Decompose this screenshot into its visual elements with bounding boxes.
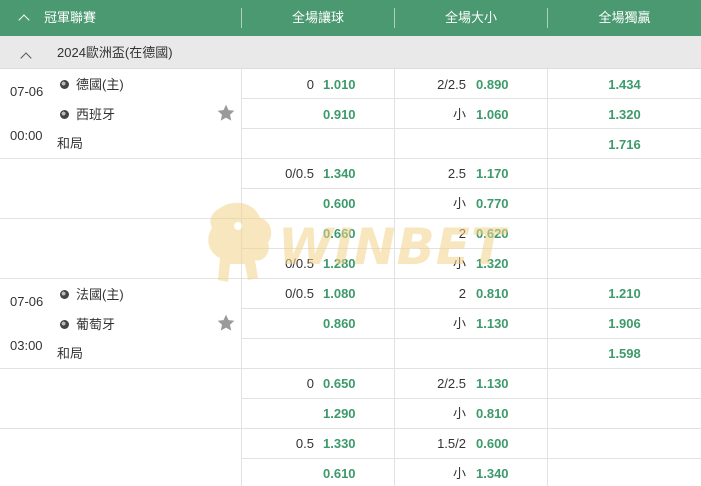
overunder-odds[interactable]: 0.890 [476, 77, 526, 93]
handicap-column-label: 全場讓球 [291, 10, 344, 25]
handicap-line: 0/0.5 [285, 286, 314, 301]
moneyline-odds[interactable]: 1.906 [548, 316, 701, 332]
away-team: 葡萄牙 [76, 317, 116, 332]
soccer-ball-icon [60, 290, 69, 299]
handicap-odds[interactable]: 0.650 [323, 376, 373, 392]
moneyline-odds[interactable]: 1.210 [548, 286, 701, 302]
handicap-odds[interactable]: 1.080 [323, 286, 373, 302]
home-team: 德國(主) [76, 77, 124, 92]
overunder-line: 2 [458, 286, 466, 301]
star-icon[interactable] [216, 313, 236, 333]
league-column-label: 冠軍聯賽 [44, 10, 97, 25]
overunder-odds[interactable]: 0.810 [476, 406, 526, 422]
handicap-line: 0/0.5 [285, 166, 314, 181]
chevron-up-icon[interactable] [20, 50, 32, 65]
league-header[interactable]: 2024歐洲盃(在德國) [0, 36, 701, 69]
handicap-odds[interactable]: 0.910 [323, 107, 373, 123]
overunder-odds[interactable]: 1.060 [476, 107, 526, 123]
under-label: 小 [452, 406, 466, 421]
handicap-odds[interactable]: 1.010 [323, 77, 373, 93]
soccer-ball-icon [60, 80, 69, 89]
under-label: 小 [452, 107, 466, 122]
handicap-odds[interactable]: 1.340 [323, 166, 373, 182]
handicap-odds[interactable]: 1.280 [323, 256, 373, 272]
match-date: 07-06 [10, 84, 44, 99]
moneyline-odds[interactable]: 1.320 [548, 107, 701, 123]
handicap-line: 0.5 [295, 436, 314, 451]
soccer-ball-icon [60, 110, 69, 119]
overunder-odds[interactable]: 1.340 [476, 466, 526, 482]
overunder-odds[interactable]: 1.320 [476, 256, 526, 272]
overunder-line: 2/2.5 [437, 77, 466, 92]
draw-label: 和局 [57, 136, 84, 151]
overunder-column-label: 全場大小 [444, 10, 497, 25]
overunder-line: 2 [458, 226, 466, 241]
under-label: 小 [452, 196, 466, 211]
handicap-odds[interactable]: 0.600 [323, 196, 373, 212]
overunder-line: 2.5 [447, 166, 466, 181]
under-label: 小 [452, 316, 466, 331]
overunder-odds[interactable]: 0.810 [476, 286, 526, 302]
moneyline-odds[interactable]: 1.598 [548, 346, 701, 362]
under-label: 小 [452, 466, 466, 481]
moneyline-odds[interactable]: 1.434 [548, 77, 701, 93]
overunder-line: 2/2.5 [437, 376, 466, 391]
overunder-odds[interactable]: 1.170 [476, 166, 526, 182]
home-team: 法國(主) [76, 287, 124, 302]
overunder-line: 1.5/2 [437, 436, 466, 451]
handicap-odds[interactable]: 1.330 [323, 436, 373, 452]
overunder-odds[interactable]: 0.600 [476, 436, 526, 452]
soccer-ball-icon [60, 320, 69, 329]
overunder-odds[interactable]: 1.130 [476, 376, 526, 392]
moneyline-odds[interactable]: 1.716 [548, 137, 701, 153]
match-time: 03:00 [10, 338, 43, 353]
lion-logo-icon [208, 202, 272, 282]
handicap-odds[interactable]: 0.860 [323, 316, 373, 332]
overunder-odds[interactable]: 0.620 [476, 226, 526, 242]
table-header: 冠軍聯賽 全場讓球 全場大小 全場獨贏 [0, 0, 701, 36]
chevron-up-icon[interactable] [18, 2, 30, 38]
handicap-odds[interactable]: 1.290 [323, 406, 373, 422]
star-icon[interactable] [216, 103, 236, 123]
handicap-line: 0 [306, 77, 314, 92]
handicap-odds[interactable]: 0.660 [323, 226, 373, 242]
handicap-line: 0 [306, 376, 314, 391]
match-time: 00:00 [10, 128, 43, 143]
away-team: 西班牙 [76, 107, 116, 122]
league-title: 2024歐洲盃(在德國) [57, 45, 173, 60]
moneyline-column-label: 全場獨贏 [598, 10, 651, 25]
handicap-odds[interactable]: 0.610 [323, 466, 373, 482]
overunder-odds[interactable]: 1.130 [476, 316, 526, 332]
overunder-odds[interactable]: 0.770 [476, 196, 526, 212]
draw-label: 和局 [57, 346, 84, 361]
handicap-line: 0/0.5 [285, 256, 314, 271]
under-label: 小 [452, 256, 466, 271]
match-date: 07-06 [10, 294, 44, 309]
